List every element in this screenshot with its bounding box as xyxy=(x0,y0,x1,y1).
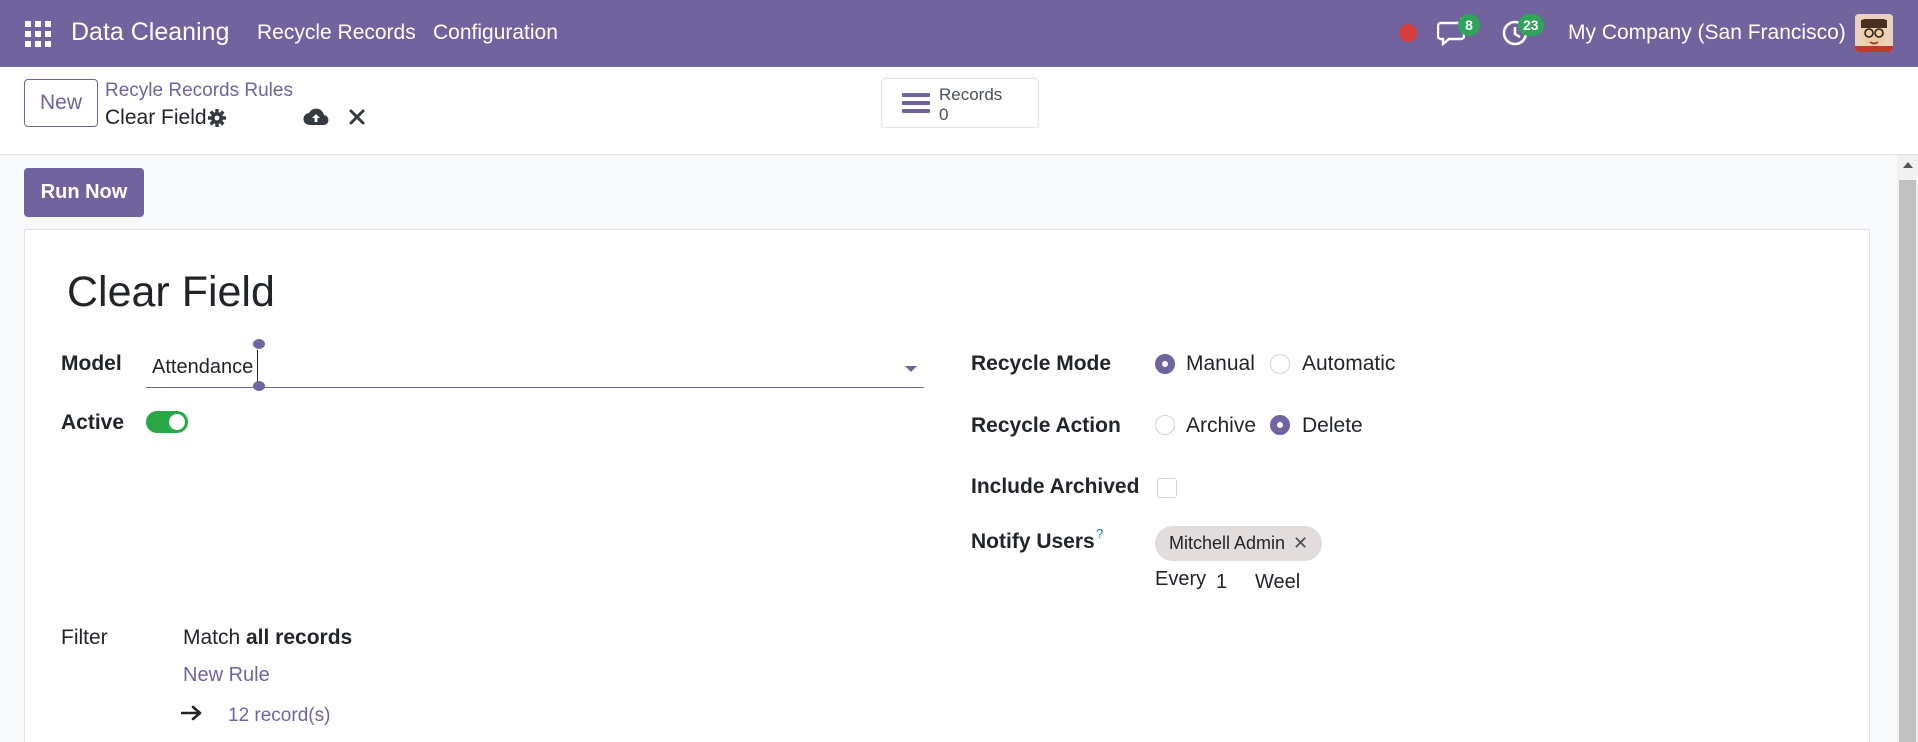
filter-label: Filter xyxy=(61,626,108,649)
menu-recycle-records[interactable]: Recycle Records xyxy=(257,21,416,45)
help-tooltip-icon[interactable]: ? xyxy=(1096,526,1103,541)
breadcrumb-parent-link[interactable]: Recyle Records Rules xyxy=(105,80,293,102)
scroll-up-icon[interactable] xyxy=(1903,162,1913,168)
radio-manual-label[interactable]: Manual xyxy=(1186,352,1255,376)
activities-badge: 23 xyxy=(1518,14,1544,36)
smart-button-label: Records xyxy=(939,85,1003,104)
menu-configuration[interactable]: Configuration xyxy=(433,21,558,45)
radio-archive-label[interactable]: Archive xyxy=(1186,414,1256,438)
filter-match-prefix: Match xyxy=(183,626,241,649)
arrow-right-icon xyxy=(181,705,202,721)
radio-automatic[interactable] xyxy=(1270,354,1290,374)
recording-indicator-icon[interactable] xyxy=(1399,24,1417,42)
list-bars-icon xyxy=(902,93,930,113)
filter-match-scope: all records xyxy=(246,626,353,649)
new-rule-link[interactable]: New Rule xyxy=(183,664,270,687)
include-archived-checkbox[interactable] xyxy=(1157,478,1177,498)
radio-delete[interactable] xyxy=(1270,415,1290,435)
form-sheet xyxy=(24,229,1870,742)
top-navbar: Data Cleaning Recycle Records Configurat… xyxy=(0,0,1918,67)
company-switcher[interactable]: My Company (San Francisco) xyxy=(1568,21,1846,45)
discard-close-icon[interactable] xyxy=(347,107,367,127)
model-label: Model xyxy=(61,352,122,375)
control-panel: New Recyle Records Rules Clear Field Rec… xyxy=(0,67,1918,155)
interval-number-input[interactable]: 1 xyxy=(1216,571,1227,594)
gear-icon[interactable] xyxy=(207,108,227,128)
radio-manual[interactable] xyxy=(1155,354,1175,374)
smart-button-value: 0 xyxy=(939,105,949,124)
records-smart-button[interactable]: Records 0 xyxy=(881,78,1039,128)
every-label: Every xyxy=(1155,568,1207,590)
chevron-down-icon[interactable] xyxy=(905,366,917,372)
interval-unit-select[interactable]: Weel xyxy=(1255,571,1300,594)
user-avatar[interactable] xyxy=(1855,14,1893,52)
radio-archive[interactable] xyxy=(1155,415,1175,435)
active-label: Active xyxy=(61,411,125,434)
include-archived-label: Include Archived xyxy=(971,475,1140,498)
model-value[interactable]: Attendance xyxy=(152,356,253,379)
notify-users-label: Notify Users xyxy=(971,530,1095,553)
record-title[interactable]: Clear Field xyxy=(67,268,275,317)
new-button[interactable]: New xyxy=(24,79,98,127)
remove-tag-icon[interactable]: ✕ xyxy=(1293,533,1308,554)
app-menu-icon[interactable] xyxy=(25,21,51,47)
run-now-button[interactable]: Run Now xyxy=(24,168,144,217)
text-cursor xyxy=(257,350,258,385)
radio-delete-label[interactable]: Delete xyxy=(1302,414,1363,438)
matched-records-link[interactable]: 12 record(s) xyxy=(228,705,330,727)
recycle-mode-label: Recycle Mode xyxy=(971,352,1112,375)
messages-badge: 8 xyxy=(1458,14,1480,36)
radio-automatic-label[interactable]: Automatic xyxy=(1302,352,1395,376)
selection-handle-bottom[interactable] xyxy=(253,381,265,391)
breadcrumb-current: Clear Field xyxy=(105,106,207,129)
user-tag: Mitchell Admin ✕ xyxy=(1155,526,1323,561)
selection-handle-top[interactable] xyxy=(253,339,265,349)
app-name[interactable]: Data Cleaning xyxy=(71,18,229,47)
scrollbar-thumb[interactable] xyxy=(1899,180,1916,742)
save-cloud-icon[interactable] xyxy=(303,105,329,129)
recycle-action-label: Recycle Action xyxy=(971,414,1121,437)
active-toggle[interactable] xyxy=(146,411,188,433)
user-tag-label: Mitchell Admin xyxy=(1169,533,1286,553)
